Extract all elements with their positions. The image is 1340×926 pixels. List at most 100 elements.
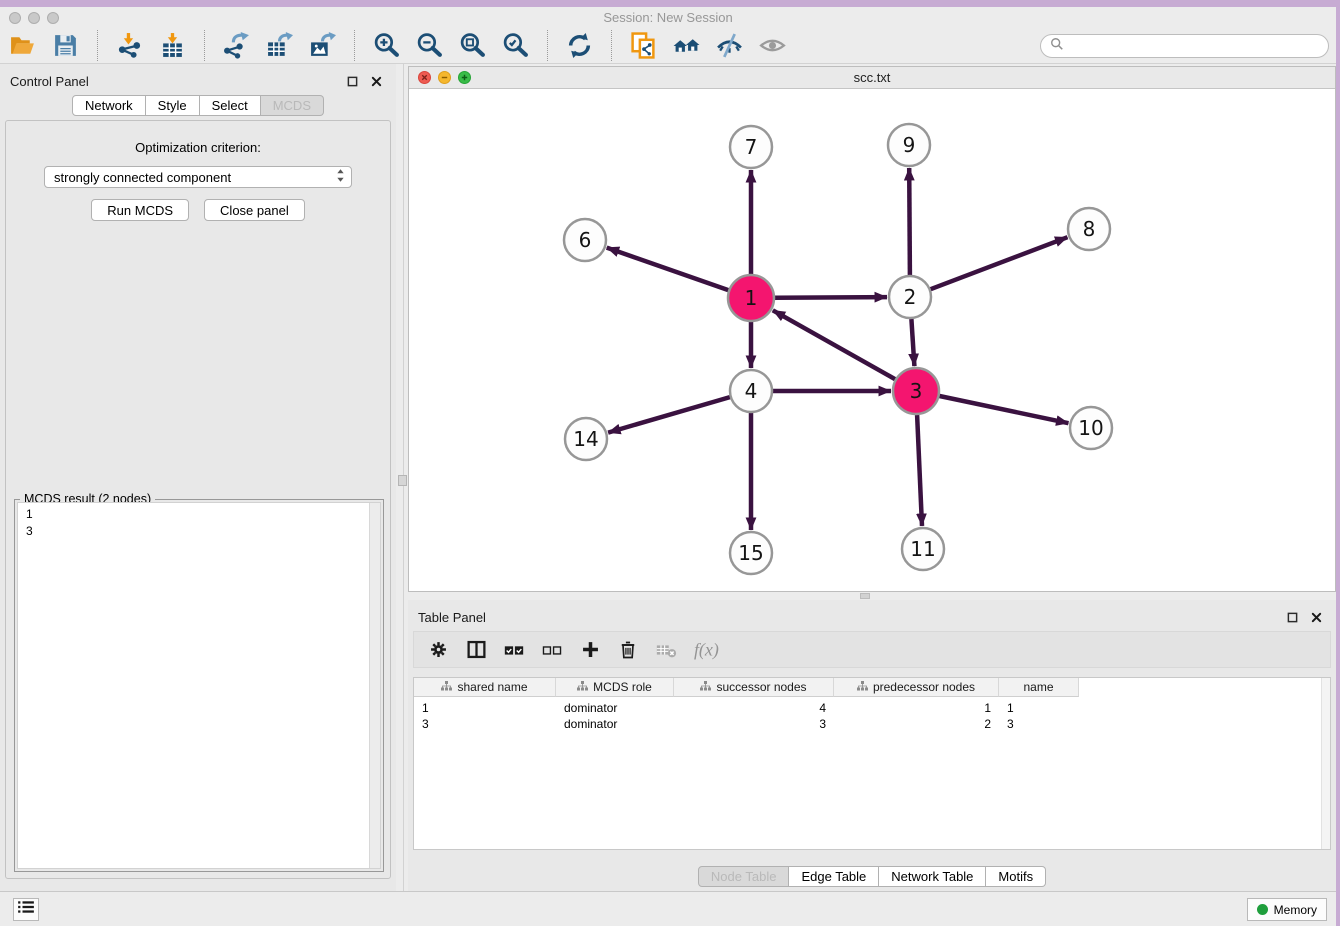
hide-panel-icon[interactable] <box>708 31 751 61</box>
import-table-icon[interactable] <box>151 31 194 61</box>
tab-style[interactable]: Style <box>146 95 200 116</box>
sort-tree-icon <box>700 680 711 694</box>
import-network-icon[interactable] <box>108 31 151 61</box>
graph-node-8[interactable]: 8 <box>1068 208 1110 250</box>
memory-button[interactable]: Memory <box>1247 898 1327 921</box>
open-session-icon[interactable] <box>1 31 44 61</box>
run-mcds-button[interactable]: Run MCDS <box>91 199 189 221</box>
table-cell[interactable]: 1 <box>834 701 999 715</box>
graph-edge-1-2[interactable] <box>775 297 887 298</box>
table-splitter-handle[interactable] <box>860 593 870 599</box>
graph-edge-3-1[interactable] <box>773 310 895 379</box>
show-panel-icon[interactable] <box>751 31 794 61</box>
tab-select[interactable]: Select <box>200 95 261 116</box>
column-header-successor-nodes[interactable]: successor nodes <box>674 678 834 697</box>
graph-edge-2-3[interactable] <box>911 319 914 366</box>
graph-node-9[interactable]: 9 <box>888 124 930 166</box>
add-column-icon[interactable] <box>579 638 601 662</box>
panel-splitter[interactable] <box>396 64 408 891</box>
tab-edge-table[interactable]: Edge Table <box>789 866 879 887</box>
table-body: 1dominator4113dominator323 <box>414 697 1330 732</box>
gear-icon[interactable] <box>427 638 449 662</box>
apply-layout-icon[interactable] <box>558 31 601 61</box>
export-table-icon[interactable] <box>258 31 301 61</box>
table-cell[interactable]: 3 <box>674 717 834 731</box>
tab-motifs[interactable]: Motifs <box>986 866 1046 887</box>
optimization-value: strongly connected component <box>54 170 231 185</box>
table-cell[interactable]: 1 <box>999 701 1079 715</box>
graph-node-6[interactable]: 6 <box>564 219 606 261</box>
column-header-shared-name[interactable]: shared name <box>414 678 556 697</box>
table-panel-title: Table Panel <box>418 610 486 625</box>
table-splitter[interactable] <box>408 592 1336 600</box>
main-area: Control Panel NetworkStyleSelectMCDS Opt… <box>0 64 1336 891</box>
graph-edge-3-10[interactable] <box>940 396 1069 423</box>
zoom-fit-icon[interactable] <box>451 31 494 61</box>
splitter-handle[interactable] <box>398 475 407 486</box>
delete-column-icon[interactable] <box>617 638 639 662</box>
graph-edge-2-8[interactable] <box>931 237 1068 289</box>
graph-edge-3-11[interactable] <box>917 415 922 526</box>
close-panel-icon[interactable] <box>369 74 384 89</box>
column-header-MCDS-role[interactable]: MCDS role <box>556 678 674 697</box>
graph-node-1[interactable]: 1 <box>728 275 774 321</box>
network-overview-icon[interactable] <box>622 31 665 61</box>
graph-node-10[interactable]: 10 <box>1070 407 1112 449</box>
network-canvas[interactable]: 7 9 6 8 1 2 4 3 14 10 15 11 <box>409 89 1335 591</box>
table-row[interactable]: 3dominator323 <box>414 716 1330 732</box>
export-image-icon[interactable] <box>301 31 344 61</box>
tab-mcds[interactable]: MCDS <box>261 95 324 116</box>
graph-edge-4-14[interactable] <box>608 397 730 433</box>
column-header-name[interactable]: name <box>999 678 1079 697</box>
close-panel-button[interactable]: Close panel <box>204 199 305 221</box>
graph-node-11[interactable]: 11 <box>902 528 944 570</box>
close-table-panel-icon[interactable] <box>1309 610 1324 625</box>
zoom-selected-icon[interactable] <box>494 31 537 61</box>
float-table-panel-icon[interactable] <box>1285 610 1300 625</box>
column-icon[interactable] <box>465 638 487 662</box>
graph-node-15[interactable]: 15 <box>730 532 772 574</box>
show-all-networks-icon[interactable] <box>665 31 708 61</box>
svg-text:10: 10 <box>1078 416 1103 440</box>
graph-edge-2-9[interactable] <box>909 168 910 275</box>
result-scrollbar[interactable] <box>369 503 380 868</box>
optimization-select[interactable]: strongly connected component <box>44 166 352 188</box>
svg-text:1: 1 <box>745 286 758 310</box>
table-cell[interactable]: dominator <box>556 701 674 715</box>
svg-text:7: 7 <box>745 135 758 159</box>
table-cell[interactable]: 4 <box>674 701 834 715</box>
svg-text:f(x): f(x) <box>694 639 719 660</box>
table-cell[interactable]: 3 <box>999 717 1079 731</box>
sort-tree-icon <box>857 680 868 694</box>
mcds-result-textarea[interactable]: 13 <box>17 502 381 869</box>
table-cell[interactable]: 3 <box>414 717 556 731</box>
table-scrollbar[interactable] <box>1321 678 1330 849</box>
table-cell[interactable]: 1 <box>414 701 556 715</box>
graph-node-3[interactable]: 3 <box>893 368 939 414</box>
graph-node-14[interactable]: 14 <box>565 418 607 460</box>
export-network-icon[interactable] <box>215 31 258 61</box>
graph-node-7[interactable]: 7 <box>730 126 772 168</box>
graph-edge-1-6[interactable] <box>607 248 729 291</box>
graph-node-4[interactable]: 4 <box>730 370 772 412</box>
tab-node-table[interactable]: Node Table <box>698 866 790 887</box>
tab-network[interactable]: Network <box>72 95 146 116</box>
application-window: Session: New Session Control Panel Netwo… <box>0 7 1336 926</box>
zoom-out-icon[interactable] <box>408 31 451 61</box>
tab-network-table[interactable]: Network Table <box>879 866 986 887</box>
zoom-in-icon[interactable] <box>365 31 408 61</box>
table-cell[interactable]: dominator <box>556 717 674 731</box>
task-history-button[interactable] <box>13 898 39 921</box>
search-box[interactable] <box>1040 34 1329 58</box>
deselect-all-icon[interactable] <box>541 638 563 662</box>
graph-node-2[interactable]: 2 <box>889 276 931 318</box>
table-cell[interactable]: 2 <box>834 717 999 731</box>
sort-tree-icon <box>577 680 588 694</box>
save-session-icon[interactable] <box>44 31 87 61</box>
float-panel-icon[interactable] <box>345 74 360 89</box>
search-input[interactable] <box>1069 39 1319 54</box>
table-row[interactable]: 1dominator411 <box>414 700 1330 716</box>
column-header-predecessor-nodes[interactable]: predecessor nodes <box>834 678 999 697</box>
delete-table-icon <box>655 638 677 662</box>
select-all-icon[interactable] <box>503 638 525 662</box>
